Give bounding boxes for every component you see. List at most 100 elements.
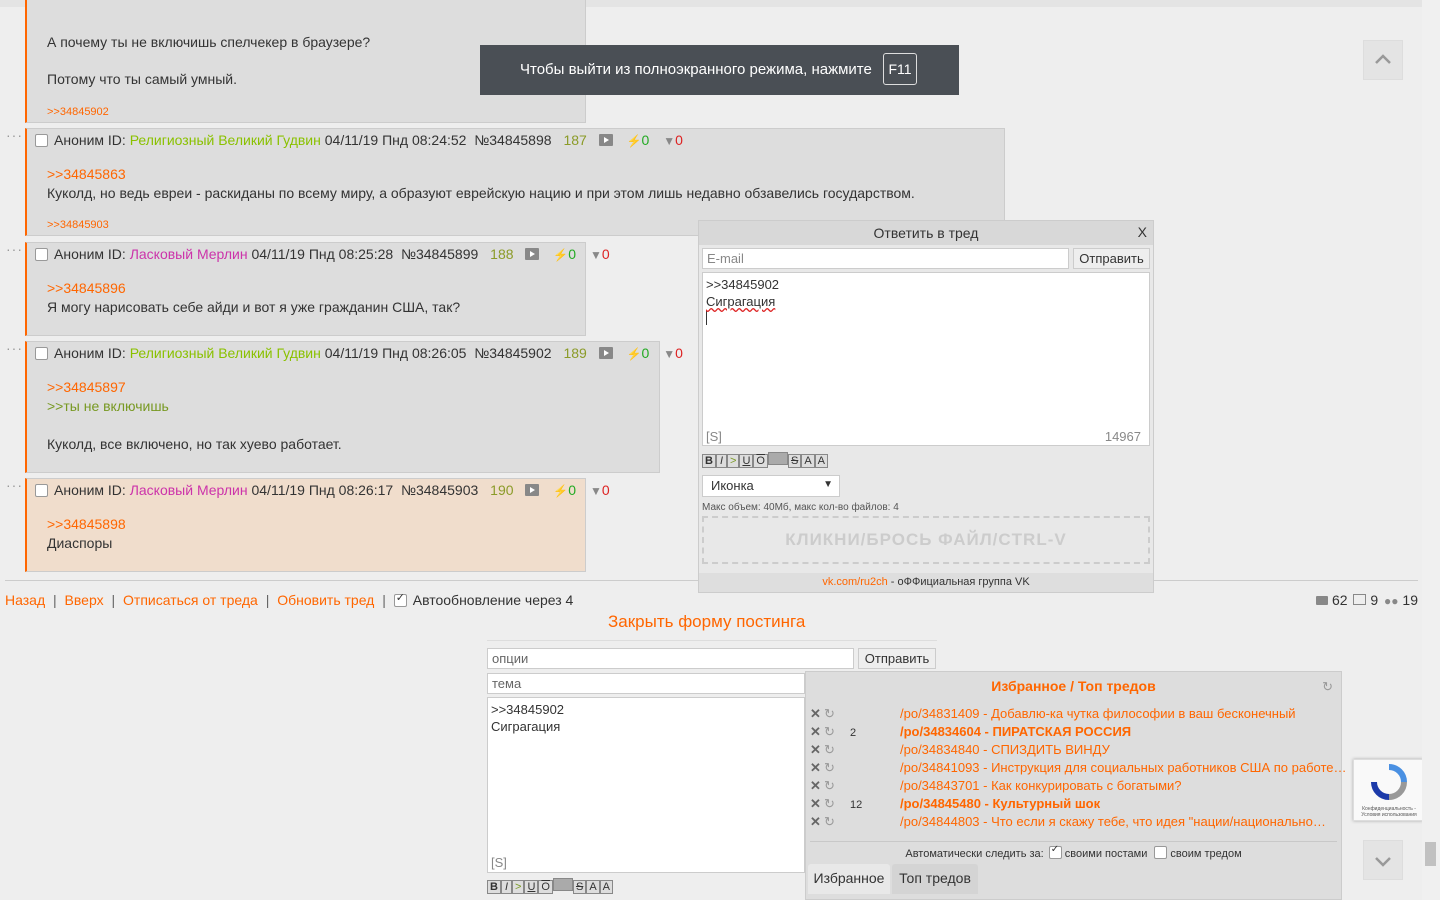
sub-button[interactable]: A [814,454,828,468]
remove-icon[interactable]: ✕ [810,760,824,776]
recaptcha-badge[interactable]: Конфиденциальность - Условия использован… [1353,759,1423,821]
subject-input[interactable]: тема [487,673,805,694]
reply-link[interactable]: >>34845902 [47,106,109,118]
post-checkbox[interactable] [35,347,48,360]
remove-icon[interactable]: ✕ [810,724,824,740]
vk-link[interactable]: vk.com/ru2ch [822,576,887,588]
main-comment-textarea[interactable]: >>34845902 Сиграгация [S] [487,697,805,873]
refresh-link[interactable]: Обновить тред [277,592,374,608]
post-checkbox[interactable] [35,134,48,147]
refresh-item-icon[interactable]: ↻ [824,760,844,776]
thread-link[interactable]: /po/34844803 - Что если я скажу тебе, чт… [900,814,1326,829]
play-icon[interactable] [598,347,613,359]
play-icon[interactable] [525,248,540,260]
like-icon[interactable]: ⚡ [553,248,568,262]
remove-icon[interactable]: ✕ [810,706,824,722]
icon-select[interactable]: Иконка ▼ [702,475,840,497]
scroll-down-button[interactable] [1363,840,1403,880]
post-number[interactable]: №34845898 [474,132,551,148]
spoiler-button[interactable] [552,878,573,891]
sup-button[interactable]: A [801,454,815,468]
dislike-icon[interactable]: ▼ [663,347,675,361]
like-count: 0 [568,482,577,498]
post-number[interactable]: №34845899 [401,246,478,262]
post-ref-link[interactable]: >>34845898 [47,515,126,534]
quick-send-button[interactable]: Отправить [1073,248,1150,269]
close-posting-form-link[interactable]: Закрыть форму постинга [608,612,805,632]
post-ref-link[interactable]: >>34845896 [47,279,126,298]
thread-link[interactable]: /po/34834840 - СПИЗДИТЬ ВИНДУ [900,742,1110,757]
quote-button[interactable]: > [512,880,525,894]
refresh-item-icon[interactable]: ↻ [824,796,844,812]
overline-button[interactable]: O [538,880,553,894]
post-number[interactable]: №34845902 [474,345,551,361]
overline-button[interactable]: O [753,454,768,468]
sub-button[interactable]: A [599,880,613,894]
play-icon[interactable] [598,134,613,146]
italic-button[interactable]: I [715,454,728,468]
spoiler-button[interactable] [767,452,788,465]
thread-link[interactable]: /po/34834604 - ПИРАТСКАЯ РОССИЯ [900,724,1131,739]
underline-button[interactable]: U [739,454,754,468]
dislike-icon[interactable]: ▼ [590,484,602,498]
post-ref-link[interactable]: >>34845863 [47,165,126,184]
thread-link[interactable]: /po/34831409 - Добавлю-ка чутка философи… [900,706,1296,721]
refresh-item-icon[interactable]: ↻ [824,724,844,740]
remove-icon[interactable]: ✕ [810,778,824,794]
quick-reply-header[interactable]: Ответить в тред [699,221,1153,245]
thread-link[interactable]: /po/34845480 - Культурный шок [900,796,1100,811]
post-dots[interactable]: ··· [6,340,23,356]
strike-button[interactable]: S [572,880,587,894]
post-checkbox[interactable] [35,248,48,261]
refresh-item-icon[interactable]: ↻ [824,778,844,794]
scrollbar-thumb[interactable] [1425,842,1436,866]
tab-favorites[interactable]: Избранное [808,864,890,894]
refresh-item-icon[interactable]: ↻ [824,814,844,830]
own-thread-checkbox[interactable] [1154,846,1168,859]
refresh-icon[interactable]: ↻ [1322,679,1333,695]
post-dots[interactable]: ··· [6,477,23,493]
top-link[interactable]: Вверх [65,592,104,608]
quick-comment-textarea[interactable]: >>34845902 Сиграгация [S] 14967 [702,272,1150,446]
refresh-item-icon[interactable]: ↻ [824,706,844,722]
own-posts-checkbox[interactable]: ✓ [1048,844,1062,859]
thread-link[interactable]: /po/34843701 - Как конкурировать с богат… [900,778,1182,793]
autoupdate-checkbox[interactable]: ✓ [393,592,407,607]
main-send-button[interactable]: Отправить [858,648,936,669]
sup-button[interactable]: A [586,880,600,894]
reply-link[interactable]: >>34845903 [47,219,109,231]
refresh-item-icon[interactable]: ↻ [824,742,844,758]
post-ref-link[interactable]: >>34845897 [47,378,126,397]
underline-button[interactable]: U [524,880,539,894]
remove-icon[interactable]: ✕ [810,796,824,812]
play-icon[interactable] [525,484,540,496]
strike-button[interactable]: S [787,454,802,468]
bold-button[interactable]: B [487,880,501,894]
file-dropzone[interactable]: КЛИКНИ/БРОСЬ ФАЙЛ/CTRL-V [702,516,1150,564]
quote-button[interactable]: > [727,454,740,468]
like-icon[interactable]: ⚡ [553,484,568,498]
italic-button[interactable]: I [500,880,513,894]
unsubscribe-link[interactable]: Отписаться от треда [123,592,258,608]
post-checkbox[interactable] [35,484,48,497]
bold-button[interactable]: B [702,454,716,468]
scrollbar-track[interactable] [1422,0,1440,900]
tab-top-threads[interactable]: Топ тредов [892,864,978,894]
remove-icon[interactable]: ✕ [810,814,824,830]
recaptcha-text[interactable]: Конфиденциальность - Условия использован… [1356,806,1422,818]
remove-icon[interactable]: ✕ [810,742,824,758]
quick-reply-close-button[interactable]: X [1138,224,1147,240]
scroll-up-button[interactable] [1363,40,1403,80]
thread-link[interactable]: /po/34841093 - Инструкция для социальных… [900,760,1347,775]
post-number[interactable]: №34845903 [401,482,478,498]
back-link[interactable]: Назад [5,592,45,608]
dislike-icon[interactable]: ▼ [590,248,602,262]
email-input[interactable]: E-mail [702,248,1069,269]
options-input[interactable]: опции [487,648,854,669]
list-item: ✕ ↻ /po/34843701 - Как конкурировать с бог… [810,778,1340,796]
like-icon[interactable]: ⚡ [627,347,642,361]
like-icon[interactable]: ⚡ [627,134,642,148]
post-dots[interactable]: ··· [6,241,23,257]
dislike-icon[interactable]: ▼ [663,134,675,148]
post-dots[interactable]: ··· [6,127,23,143]
